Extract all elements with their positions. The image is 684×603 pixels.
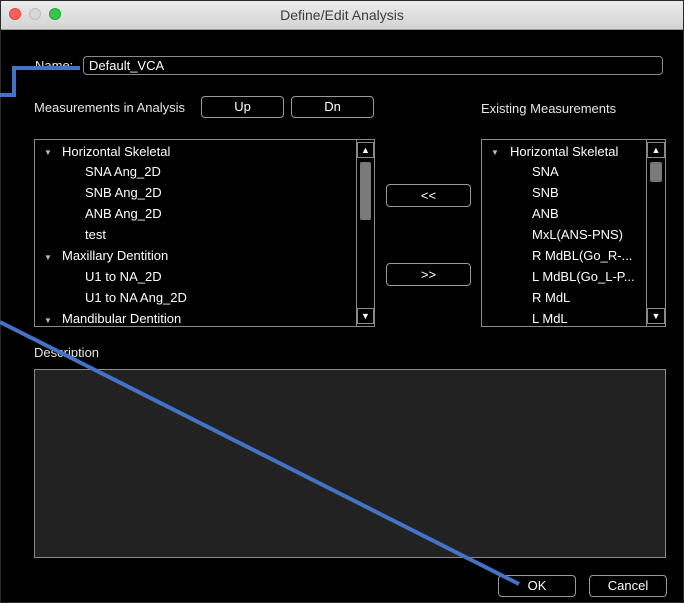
description-label: Description — [34, 345, 100, 360]
list-item[interactable]: ANB — [532, 204, 559, 224]
measurements-in-analysis-list[interactable]: ▼ Horizontal Skeletal SNA Ang_2D SNB Ang… — [34, 139, 375, 327]
arrow-up-icon[interactable]: ▲ — [647, 142, 665, 158]
list-item[interactable]: Mandibular Dentition — [62, 309, 181, 326]
list-item[interactable]: MxL(ANS-PNS) — [532, 225, 623, 245]
up-button[interactable]: Up — [201, 96, 284, 118]
add-measurement-button[interactable]: << — [386, 184, 471, 207]
remove-measurement-button[interactable]: >> — [386, 263, 471, 286]
down-button[interactable]: Dn — [291, 96, 374, 118]
scroll-thumb[interactable] — [360, 162, 371, 220]
triangle-down-icon[interactable]: ▼ — [44, 316, 52, 325]
list-item[interactable]: L MdBL(Go_L-P... — [532, 267, 635, 287]
scroll-thumb[interactable] — [650, 162, 662, 182]
list-item[interactable]: SNA Ang_2D — [85, 162, 161, 182]
list-item[interactable]: U1 to NA Ang_2D — [85, 288, 187, 308]
triangle-down-icon[interactable]: ▼ — [491, 148, 499, 157]
cancel-button[interactable]: Cancel — [589, 575, 667, 597]
arrow-down-icon[interactable]: ▼ — [357, 308, 374, 324]
existing-measurements-label: Existing Measurements — [481, 101, 617, 116]
window-title: Define/Edit Analysis — [280, 7, 404, 23]
name-input[interactable] — [83, 56, 663, 75]
list-item[interactable]: ANB Ang_2D — [85, 204, 162, 224]
name-label: Name: — [35, 58, 74, 73]
define-edit-analysis-window: Define/Edit Analysis Name: Measurements … — [0, 0, 684, 603]
list-item[interactable]: U1 to NA_2D — [85, 267, 162, 287]
list-item[interactable]: Horizontal Skeletal — [62, 142, 170, 162]
existing-measurements-list[interactable]: ▼ Horizontal Skeletal SNA SNB ANB MxL(AN… — [481, 139, 666, 327]
list-item[interactable]: L MdL — [532, 309, 568, 326]
arrow-up-icon[interactable]: ▲ — [357, 142, 374, 158]
arrow-down-icon[interactable]: ▼ — [647, 308, 665, 324]
title-bar[interactable]: Define/Edit Analysis — [1, 1, 683, 30]
left-list-scrollbar[interactable]: ▲ ▼ — [356, 140, 374, 326]
list-item[interactable]: SNB — [532, 183, 559, 203]
list-item[interactable]: test — [85, 225, 106, 245]
list-item[interactable]: Maxillary Dentition — [62, 246, 168, 266]
triangle-down-icon[interactable]: ▼ — [44, 253, 52, 262]
list-item[interactable]: R MdBL(Go_R-... — [532, 246, 632, 266]
list-item[interactable]: R MdL — [532, 288, 570, 308]
measurements-in-analysis-label: Measurements in Analysis — [34, 100, 186, 115]
description-textarea[interactable] — [34, 369, 666, 558]
list-item[interactable]: SNB Ang_2D — [85, 183, 162, 203]
ok-button[interactable]: OK — [498, 575, 576, 597]
list-item[interactable]: SNA — [532, 162, 559, 182]
triangle-down-icon[interactable]: ▼ — [44, 148, 52, 157]
list-item[interactable]: Horizontal Skeletal — [510, 142, 618, 162]
right-list-scrollbar[interactable]: ▲ ▼ — [646, 140, 665, 326]
